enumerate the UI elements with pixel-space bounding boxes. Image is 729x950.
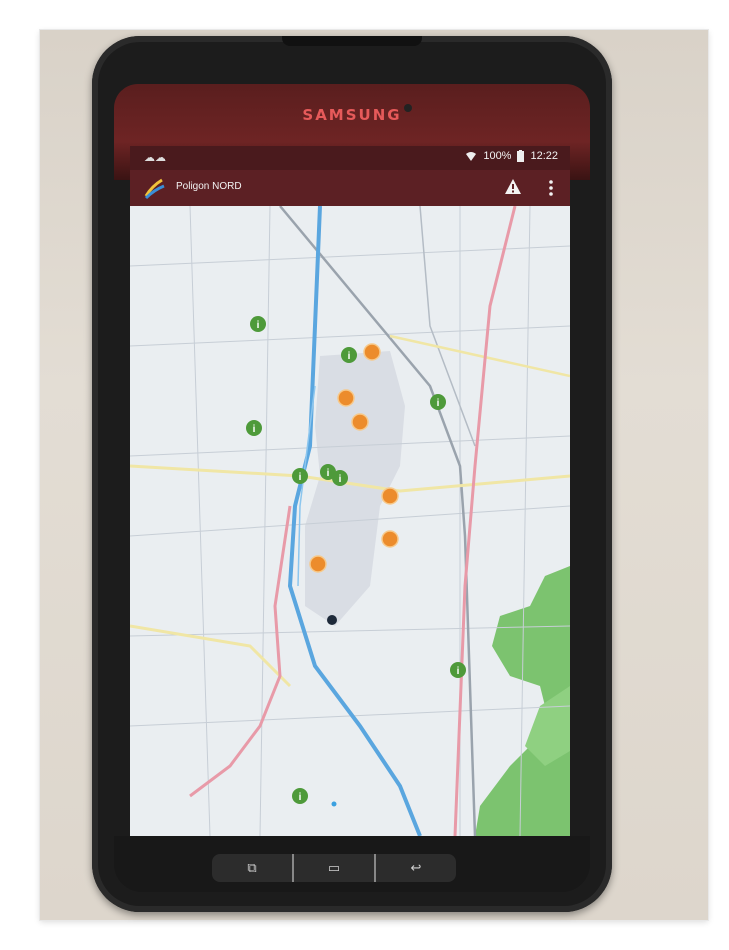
info-marker-green[interactable]: i: [450, 662, 466, 678]
warning-icon[interactable]: [504, 178, 522, 196]
battery-icon: [517, 150, 525, 162]
recent-apps-button[interactable]: ⧉: [212, 854, 294, 882]
device-screen: ☁☁ 100% 12:22 Poligon NORD i i i i i i i…: [130, 146, 570, 836]
tablet-bumper: [282, 36, 422, 46]
info-marker-green[interactable]: i: [246, 420, 262, 436]
home-button[interactable]: ▭: [294, 854, 376, 882]
warning-marker-orange[interactable]: [351, 413, 369, 431]
info-marker-green[interactable]: i: [430, 394, 446, 410]
svg-text:i: i: [457, 666, 460, 677]
svg-text:i: i: [437, 398, 440, 409]
svg-text:i: i: [327, 468, 330, 479]
photo-frame: SAMSUNG ☁☁ 100% 12:22 Poligon NORD i i i…: [0, 0, 729, 950]
clock: 12:22: [530, 150, 558, 162]
notification-icons: ☁☁: [144, 152, 166, 164]
info-marker-green[interactable]: i: [292, 468, 308, 484]
battery-percent: 100%: [483, 150, 512, 162]
svg-text:i: i: [339, 474, 342, 485]
tablet-device: SAMSUNG ☁☁ 100% 12:22 Poligon NORD i i i…: [92, 36, 612, 912]
svg-text:i: i: [299, 472, 302, 483]
info-marker-green[interactable]: i: [341, 347, 357, 363]
app-logo-icon: [144, 178, 165, 200]
app-title: Poligon NORD: [176, 181, 242, 192]
map-view[interactable]: i i i i i i i i i: [130, 206, 570, 836]
wifi-icon: [466, 152, 477, 161]
brand-logo: SAMSUNG: [302, 106, 402, 124]
svg-text:i: i: [299, 792, 302, 803]
current-location-dot: [327, 615, 337, 625]
svg-text:i: i: [253, 424, 256, 435]
status-indicators: 100% 12:22: [465, 150, 558, 162]
app-bar: Poligon NORD: [130, 170, 570, 206]
front-camera: [404, 104, 412, 112]
svg-text:i: i: [257, 320, 260, 331]
navigation-keys: ⧉ ▭ ↩: [212, 854, 456, 882]
back-button[interactable]: ↩: [376, 854, 456, 882]
svg-text:i: i: [348, 351, 351, 362]
warning-marker-orange[interactable]: [337, 389, 355, 407]
info-marker-green[interactable]: i: [332, 470, 348, 486]
warning-marker-orange[interactable]: [381, 487, 399, 505]
info-marker-green[interactable]: i: [292, 788, 308, 804]
status-bar: ☁☁ 100% 12:22: [130, 146, 570, 170]
warning-marker-orange[interactable]: [363, 343, 381, 361]
overflow-menu-icon[interactable]: [546, 178, 556, 198]
warning-marker-orange[interactable]: [381, 530, 399, 548]
warning-marker-orange[interactable]: [309, 555, 327, 573]
poi-dot: [331, 801, 337, 807]
info-marker-green[interactable]: i: [250, 316, 266, 332]
